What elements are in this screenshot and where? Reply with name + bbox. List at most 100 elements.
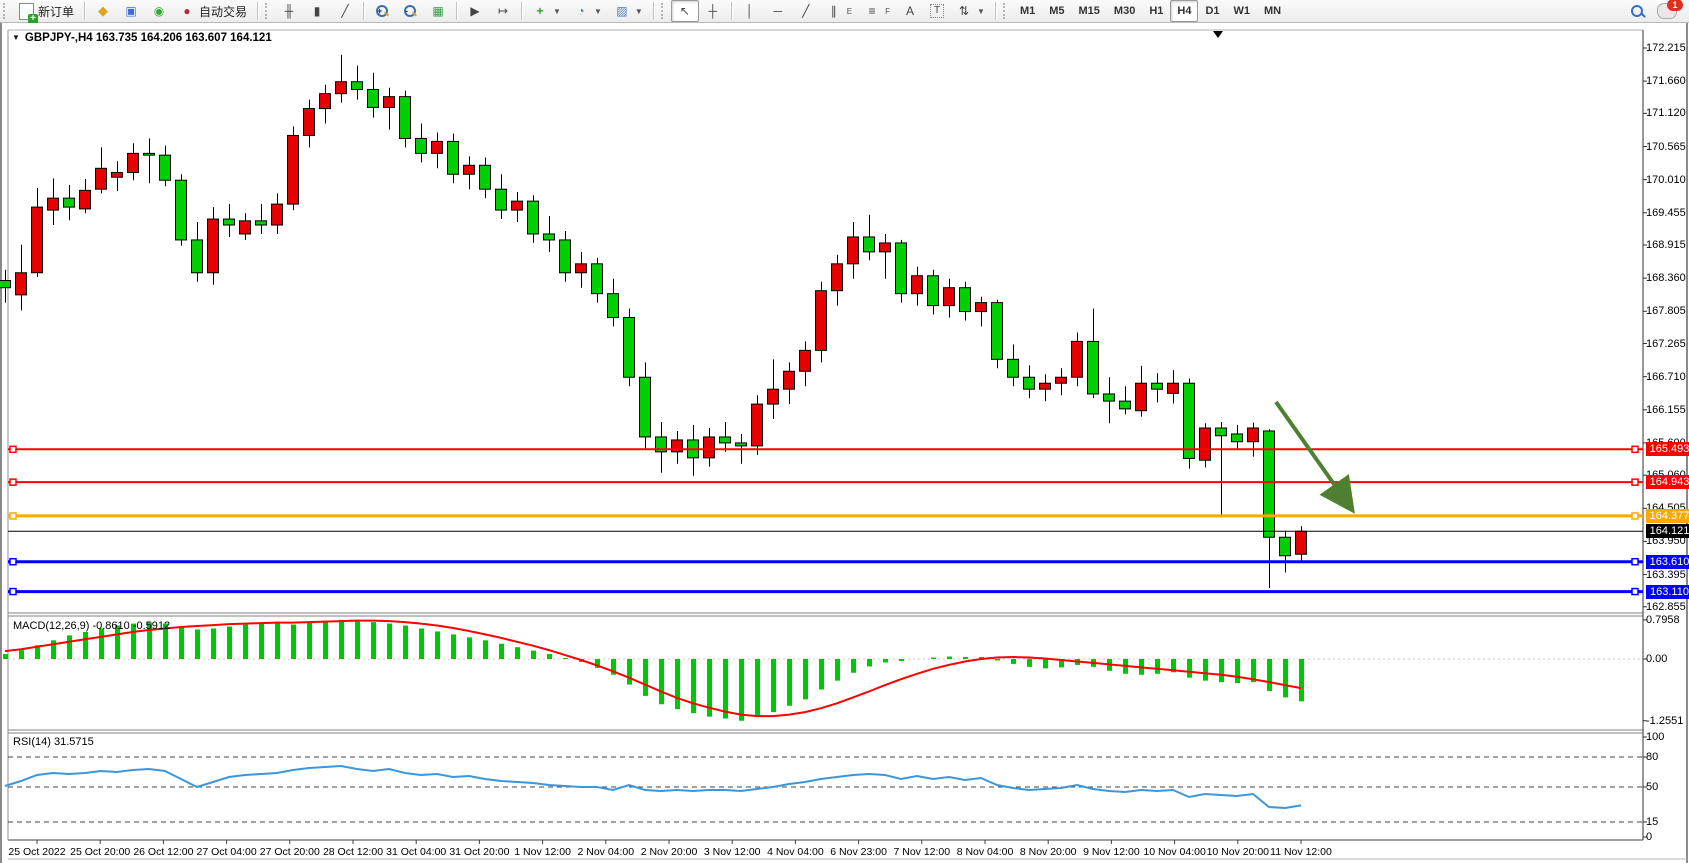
candle-bearish bbox=[480, 165, 491, 189]
cursor-icon: ↖ bbox=[677, 3, 693, 19]
candle-bullish bbox=[1056, 377, 1067, 383]
new-order-button[interactable]: 新订单 bbox=[13, 0, 80, 22]
candle-bullish bbox=[768, 389, 779, 404]
symbol-title: ▼GBPJPY-,H4 163.735 164.206 163.607 164.… bbox=[12, 32, 272, 44]
vertical-line-tool-button[interactable]: │ bbox=[736, 0, 764, 22]
cursor-tool-button[interactable]: ↖ bbox=[671, 0, 699, 22]
metaeditor-button[interactable]: ◆ bbox=[89, 0, 117, 22]
chart-window[interactable]: ▼GBPJPY-,H4 163.735 164.206 163.607 164.… bbox=[0, 23, 1689, 863]
strategy-tester-button[interactable]: ▣ bbox=[117, 0, 145, 22]
line-handle-left[interactable] bbox=[10, 589, 16, 595]
candle-bearish bbox=[1024, 377, 1035, 389]
price-tick-label: 170.565 bbox=[1646, 141, 1686, 153]
toolbar-grip[interactable] bbox=[1003, 3, 1010, 19]
horizontal-line-tool-button[interactable]: ─ bbox=[764, 0, 792, 22]
line-handle-left[interactable] bbox=[10, 446, 16, 452]
chart-shift-icon: ↦ bbox=[495, 3, 511, 19]
timeframe-button-H4[interactable]: H4 bbox=[1170, 0, 1198, 22]
macd-tick-label: 0.7958 bbox=[1646, 614, 1680, 626]
toolbar-grip[interactable] bbox=[3, 3, 10, 19]
candle-bullish bbox=[208, 219, 219, 273]
zoom-in-button[interactable]: + bbox=[368, 0, 396, 22]
timeframe-button-MN[interactable]: MN bbox=[1257, 0, 1288, 22]
toolbar-separator bbox=[363, 2, 364, 20]
timeframe-button-D1[interactable]: D1 bbox=[1198, 0, 1226, 22]
line-handle-left[interactable] bbox=[10, 513, 16, 519]
line-handle-left[interactable] bbox=[10, 559, 16, 565]
candle-bearish bbox=[416, 138, 427, 153]
level-price-label: 164.943 bbox=[1646, 475, 1689, 489]
bid-price-label: 164.121 bbox=[1646, 524, 1689, 538]
candle-bullish bbox=[272, 204, 283, 225]
crosshair-tool-button[interactable]: ┼ bbox=[699, 0, 727, 22]
timeframe-button-M30[interactable]: M30 bbox=[1107, 0, 1142, 22]
fibonacci-tool-button[interactable]: ≡F bbox=[858, 0, 896, 22]
rsi-tick-label: 100 bbox=[1646, 731, 1664, 743]
signals-icon: ◉ bbox=[151, 3, 167, 19]
candle-bearish bbox=[144, 153, 155, 155]
candle-bearish bbox=[256, 221, 267, 225]
candle-bullish bbox=[1040, 383, 1051, 389]
autotrading-label: 自动交易 bbox=[199, 3, 247, 20]
timeframe-button-M1[interactable]: M1 bbox=[1013, 0, 1042, 22]
candle-bullish bbox=[432, 141, 443, 153]
line-chart-button[interactable]: ╱ bbox=[331, 0, 359, 22]
candle-bearish bbox=[736, 443, 747, 446]
indicators-button[interactable]: +▼ bbox=[526, 0, 567, 22]
timeframe-button-M5[interactable]: M5 bbox=[1042, 0, 1071, 22]
arrows-tool-button[interactable]: ⇅▼ bbox=[950, 0, 991, 22]
candle-bearish bbox=[192, 240, 203, 273]
price-tick-label: 168.360 bbox=[1646, 272, 1686, 284]
channel-tool-button[interactable]: ∥E bbox=[820, 0, 858, 22]
notification-badge: 1 bbox=[1667, 0, 1683, 11]
candle-bullish bbox=[288, 135, 299, 204]
strategy-tester-icon: ▣ bbox=[123, 3, 139, 19]
chart-canvas[interactable] bbox=[0, 23, 1689, 863]
tile-windows-button[interactable]: ▦ bbox=[424, 0, 452, 22]
line-handle-right[interactable] bbox=[1632, 446, 1638, 452]
autotrading-button[interactable]: ● 自动交易 bbox=[173, 0, 253, 22]
label-tool-button[interactable]: T bbox=[924, 0, 950, 22]
candle-bearish bbox=[448, 141, 459, 174]
toolbar-grip[interactable] bbox=[661, 3, 668, 19]
chart-shift-button[interactable]: ↦ bbox=[489, 0, 517, 22]
line-handle-right[interactable] bbox=[1632, 479, 1638, 485]
toolbar-grip[interactable] bbox=[265, 3, 272, 19]
line-handle-left[interactable] bbox=[10, 479, 16, 485]
templates-button[interactable]: ▨▼ bbox=[608, 0, 649, 22]
candle-bearish bbox=[608, 294, 619, 318]
periods-button[interactable]: ◔▼ bbox=[567, 0, 608, 22]
timeframe-button-W1[interactable]: W1 bbox=[1227, 0, 1258, 22]
price-tick-label: 166.155 bbox=[1646, 404, 1686, 416]
candle-bearish bbox=[992, 303, 1003, 360]
new-order-label: 新订单 bbox=[38, 3, 74, 20]
price-tick-label: 163.395 bbox=[1646, 569, 1686, 581]
candle-bearish bbox=[640, 377, 651, 437]
trendline-tool-button[interactable]: ╱ bbox=[792, 0, 820, 22]
timeframe-button-M15[interactable]: M15 bbox=[1072, 0, 1107, 22]
candle-bearish bbox=[1280, 537, 1291, 556]
collapse-triangle-icon[interactable]: ▼ bbox=[12, 33, 20, 42]
chart-shift-marker[interactable] bbox=[1213, 31, 1223, 38]
bar-chart-button[interactable]: ╫ bbox=[275, 0, 303, 22]
metaeditor-icon: ◆ bbox=[95, 3, 111, 19]
text-tool-button[interactable]: A bbox=[896, 0, 924, 22]
candle-bullish bbox=[880, 243, 891, 252]
candle-bearish bbox=[64, 198, 75, 207]
candle-bearish bbox=[544, 234, 555, 240]
line-handle-right[interactable] bbox=[1632, 559, 1638, 565]
zoom-out-button[interactable]: - bbox=[396, 0, 424, 22]
macd-tick-label: 0.00 bbox=[1646, 653, 1667, 665]
candle-bearish bbox=[352, 82, 363, 90]
candle-bearish bbox=[1232, 434, 1243, 442]
search-button[interactable] bbox=[1623, 0, 1651, 22]
auto-scroll-button[interactable]: ▶ bbox=[461, 0, 489, 22]
line-handle-right[interactable] bbox=[1632, 589, 1638, 595]
candle-bullish bbox=[832, 264, 843, 291]
down-trend-arrow[interactable] bbox=[1276, 402, 1348, 504]
timeframe-button-H1[interactable]: H1 bbox=[1142, 0, 1170, 22]
signals-button[interactable]: ◉ bbox=[145, 0, 173, 22]
line-handle-right[interactable] bbox=[1632, 513, 1638, 519]
notifications-button[interactable]: 1 bbox=[1651, 0, 1683, 22]
candlestick-chart-button[interactable]: ▮ bbox=[303, 0, 331, 22]
